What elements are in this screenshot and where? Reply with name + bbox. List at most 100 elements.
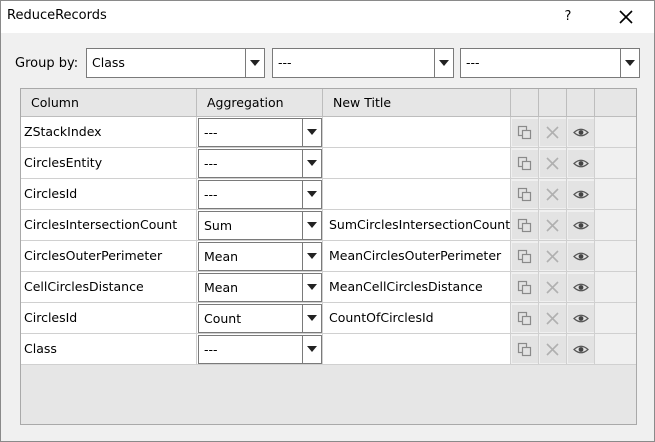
view-button[interactable] [568, 305, 594, 332]
eye-icon [573, 314, 589, 323]
copy-button[interactable] [512, 119, 538, 146]
new-title-value: MeanCellCirclesDistance [329, 279, 483, 294]
header-aggregation[interactable]: Aggregation [197, 89, 323, 117]
delete-button[interactable] [540, 119, 566, 146]
close-button[interactable] [601, 1, 651, 33]
view-button[interactable] [568, 150, 594, 177]
copy-button[interactable] [512, 305, 538, 332]
delete-button[interactable] [540, 212, 566, 239]
aggregation-value: Mean [204, 249, 239, 264]
delete-button[interactable] [540, 181, 566, 208]
new-title-cell[interactable] [323, 148, 511, 179]
new-title-cell[interactable] [323, 179, 511, 210]
new-title-value: CountOfCirclesId [329, 310, 434, 325]
delete-cell [539, 272, 567, 303]
view-button[interactable] [568, 119, 594, 146]
column-cell[interactable]: CellCirclesDistance [21, 272, 197, 303]
group-by-combo-3-dropdown[interactable] [620, 49, 639, 77]
row-filler [595, 210, 636, 241]
aggregation-combo[interactable]: Mean [198, 273, 322, 302]
new-title-cell[interactable] [323, 334, 511, 365]
column-cell[interactable]: CirclesIntersectionCount [21, 210, 197, 241]
copy-icon [517, 249, 532, 264]
aggregation-dropdown[interactable] [302, 305, 321, 332]
copy-cell [511, 210, 539, 241]
column-cell[interactable]: ZStackIndex [21, 117, 197, 148]
copy-button[interactable] [512, 150, 538, 177]
view-button[interactable] [568, 274, 594, 301]
aggregation-cell: --- [197, 117, 323, 148]
new-title-cell[interactable]: MeanCirclesOuterPerimeter [323, 241, 511, 272]
copy-button[interactable] [512, 274, 538, 301]
close-icon [619, 10, 633, 24]
aggregation-cell: Sum [197, 210, 323, 241]
header-new-title[interactable]: New Title [323, 89, 511, 117]
aggregation-combo[interactable]: --- [198, 118, 322, 147]
group-by-combo-3[interactable]: --- [460, 48, 640, 78]
aggregation-combo[interactable]: Sum [198, 211, 322, 240]
aggregation-dropdown[interactable] [302, 274, 321, 301]
group-by-combo-1-dropdown[interactable] [245, 49, 264, 77]
column-name: CellCirclesDistance [24, 279, 144, 294]
aggregation-combo[interactable]: --- [198, 149, 322, 178]
view-cell [567, 117, 595, 148]
delete-button[interactable] [540, 150, 566, 177]
new-title-cell[interactable]: CountOfCirclesId [323, 303, 511, 334]
header-view [567, 89, 595, 117]
copy-button[interactable] [512, 243, 538, 270]
column-cell[interactable]: CirclesId [21, 303, 197, 334]
delete-icon [546, 188, 559, 201]
view-button[interactable] [568, 243, 594, 270]
column-name: CirclesId [24, 310, 78, 325]
column-cell[interactable]: CirclesEntity [21, 148, 197, 179]
delete-cell [539, 179, 567, 210]
aggregation-combo[interactable]: Count [198, 304, 322, 333]
group-by-combo-1[interactable]: Class [86, 48, 265, 78]
copy-button[interactable] [512, 336, 538, 363]
column-cell[interactable]: CirclesId [21, 179, 197, 210]
table-row: CirclesId Count CountOfCirclesId [21, 303, 636, 334]
help-button[interactable]: ? [553, 1, 583, 33]
copy-cell [511, 179, 539, 210]
group-by-combo-2[interactable]: --- [272, 48, 454, 78]
header-aggregation-label: Aggregation [207, 95, 284, 110]
delete-cell [539, 148, 567, 179]
view-button[interactable] [568, 336, 594, 363]
aggregation-combo[interactable]: Mean [198, 242, 322, 271]
aggregation-dropdown[interactable] [302, 181, 321, 208]
new-title-cell[interactable] [323, 117, 511, 148]
copy-button[interactable] [512, 181, 538, 208]
copy-cell [511, 117, 539, 148]
column-cell[interactable]: CirclesOuterPerimeter [21, 241, 197, 272]
view-button[interactable] [568, 212, 594, 239]
header-column[interactable]: Column [21, 89, 197, 117]
delete-button[interactable] [540, 336, 566, 363]
column-cell[interactable]: Class [21, 334, 197, 365]
new-title-cell[interactable]: SumCirclesIntersectionCount [323, 210, 511, 241]
aggregation-cell: Count [197, 303, 323, 334]
aggregation-dropdown[interactable] [302, 150, 321, 177]
aggregation-combo[interactable]: --- [198, 335, 322, 364]
chevron-down-icon [250, 60, 260, 66]
group-by-combo-2-dropdown[interactable] [434, 49, 453, 77]
aggregation-dropdown[interactable] [302, 336, 321, 363]
aggregation-dropdown[interactable] [302, 243, 321, 270]
table-row: CirclesId --- [21, 179, 636, 210]
delete-button[interactable] [540, 305, 566, 332]
copy-icon [517, 156, 532, 171]
delete-button[interactable] [540, 243, 566, 270]
table-row: CirclesOuterPerimeter Mean MeanCirclesOu… [21, 241, 636, 272]
column-name: Class [24, 341, 57, 356]
aggregation-value: Mean [204, 280, 239, 295]
aggregation-dropdown[interactable] [302, 212, 321, 239]
delete-button[interactable] [540, 274, 566, 301]
new-title-cell[interactable]: MeanCellCirclesDistance [323, 272, 511, 303]
view-button[interactable] [568, 181, 594, 208]
column-name: CirclesOuterPerimeter [24, 248, 163, 263]
eye-icon [573, 190, 589, 199]
aggregation-dropdown[interactable] [302, 119, 321, 146]
reduce-records-dialog: ReduceRecords ? Group by: Class --- --- … [0, 0, 655, 442]
aggregation-combo[interactable]: --- [198, 180, 322, 209]
copy-icon [517, 187, 532, 202]
copy-button[interactable] [512, 212, 538, 239]
